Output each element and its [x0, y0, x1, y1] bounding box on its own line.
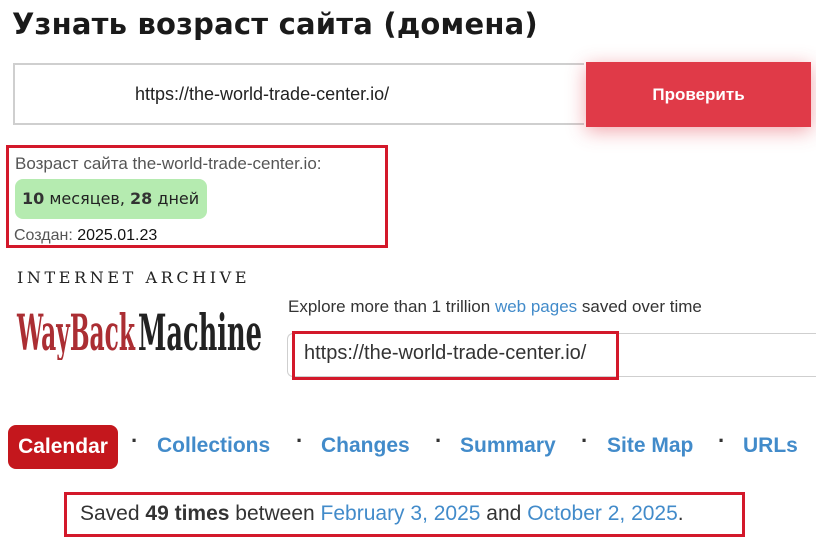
saved-count: 49 times	[145, 502, 230, 525]
saved-summary: Saved 49 times between February 3, 2025 …	[80, 502, 684, 526]
created-row: Создан: 2025.01.23	[14, 227, 157, 245]
tab-changes[interactable]: Changes	[321, 434, 410, 458]
created-label: Создан:	[14, 227, 78, 244]
tab-calendar[interactable]: Calendar	[8, 425, 118, 469]
nav-separator: ·	[131, 428, 139, 453]
explore-prefix: Explore more than 1 trillion	[288, 297, 495, 316]
explore-tagline: Explore more than 1 trillion web pages s…	[288, 297, 702, 317]
nav-separator: ·	[718, 428, 726, 453]
saved-period: .	[677, 502, 684, 525]
explore-suffix: saved over time	[577, 297, 702, 316]
url-highlight-box	[292, 331, 619, 380]
result-highlight-box: Возраст сайта the-world-trade-center.io:…	[6, 145, 388, 248]
check-button[interactable]: Проверить	[586, 62, 811, 127]
logo-wayback: WayBack	[17, 303, 136, 360]
first-capture-link[interactable]: February 3, 2025	[321, 502, 481, 525]
site-age-badge: 10 месяцев, 28 дней	[15, 179, 208, 219]
last-capture-link[interactable]: October 2, 2025	[527, 502, 678, 525]
internet-archive-text: INTERNET ARCHIVE	[17, 268, 251, 287]
logo-machine: Machine	[138, 303, 262, 360]
wayback-machine-logo[interactable]: WayBack Machine	[16, 290, 266, 360]
nav-separator: ·	[296, 428, 304, 453]
nav-separator: ·	[581, 428, 589, 453]
created-date: 2025.01.23	[77, 227, 158, 244]
days-number: 28	[130, 189, 153, 208]
saved-prefix: Saved	[80, 502, 146, 525]
tab-summary[interactable]: Summary	[460, 434, 556, 458]
months-word: месяцев,	[44, 189, 131, 208]
web-pages-link[interactable]: web pages	[495, 297, 577, 316]
site-age-label: Возраст сайта the-world-trade-center.io:	[15, 154, 322, 173]
nav-separator: ·	[435, 428, 443, 453]
tab-site-map[interactable]: Site Map	[607, 434, 693, 458]
tab-urls[interactable]: URLs	[743, 434, 798, 458]
saved-between: between	[229, 502, 321, 525]
saved-and: and	[480, 502, 528, 525]
days-word: дней	[152, 189, 200, 208]
url-input[interactable]	[13, 63, 584, 125]
tab-collections[interactable]: Collections	[157, 434, 270, 458]
months-number: 10	[22, 189, 45, 208]
page-title: Узнать возраст сайта (домена)	[12, 7, 538, 41]
